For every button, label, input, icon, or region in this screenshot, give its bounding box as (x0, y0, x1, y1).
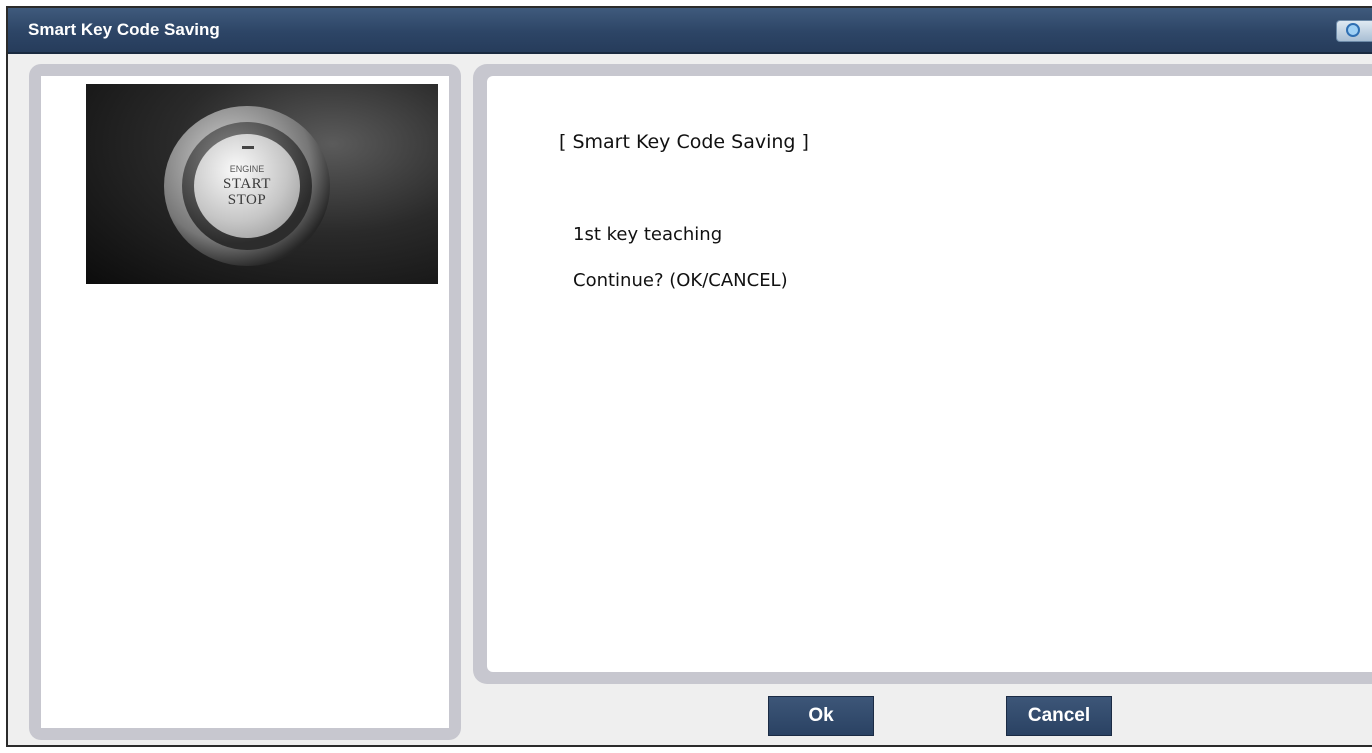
message-title: [ Smart Key Code Saving ] (559, 131, 809, 153)
button-label-start: START (223, 176, 271, 192)
image-panel-content: ENGINE START STOP (41, 76, 449, 728)
engine-start-stop-photo: ENGINE START STOP (86, 84, 438, 284)
button-label-stop: STOP (227, 192, 267, 208)
message-prompt: Continue? (OK/CANCEL) (573, 270, 788, 291)
message-area: [ Smart Key Code Saving ] 1st key teachi… (487, 76, 1372, 672)
ok-button[interactable]: Ok (768, 696, 874, 736)
smart-key-dialog: Smart Key Code Saving ENGINE START STOP (6, 6, 1372, 747)
message-step: 1st key teaching (573, 224, 723, 245)
image-panel: ENGINE START STOP (29, 64, 461, 740)
cancel-button[interactable]: Cancel (1006, 696, 1112, 736)
message-panel: [ Smart Key Code Saving ] 1st key teachi… (473, 64, 1372, 684)
window-title: Smart Key Code Saving (28, 20, 220, 39)
start-stop-button-graphic: ENGINE START STOP (164, 106, 330, 266)
button-label-engine: ENGINE (229, 164, 265, 174)
title-bar: Smart Key Code Saving (8, 8, 1372, 54)
camera-icon[interactable] (1336, 20, 1372, 42)
